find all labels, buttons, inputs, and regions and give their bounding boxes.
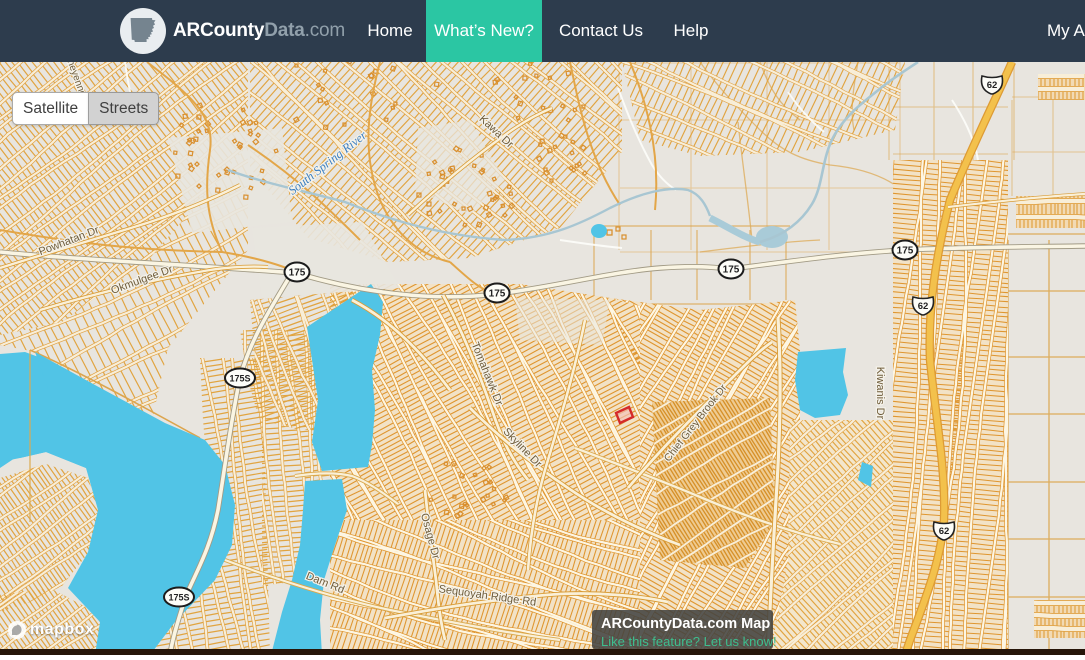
- svg-text:175: 175: [289, 268, 306, 279]
- svg-text:62: 62: [918, 301, 929, 312]
- svg-text:62: 62: [939, 526, 950, 537]
- svg-text:175S: 175S: [229, 374, 250, 384]
- svg-text:175: 175: [489, 289, 506, 300]
- svg-text:175: 175: [723, 265, 740, 276]
- svg-text:175: 175: [897, 246, 914, 257]
- svg-text:Kiwanis Dr: Kiwanis Dr: [874, 367, 886, 420]
- svg-text:62: 62: [987, 80, 998, 91]
- svg-text:175S: 175S: [168, 593, 189, 603]
